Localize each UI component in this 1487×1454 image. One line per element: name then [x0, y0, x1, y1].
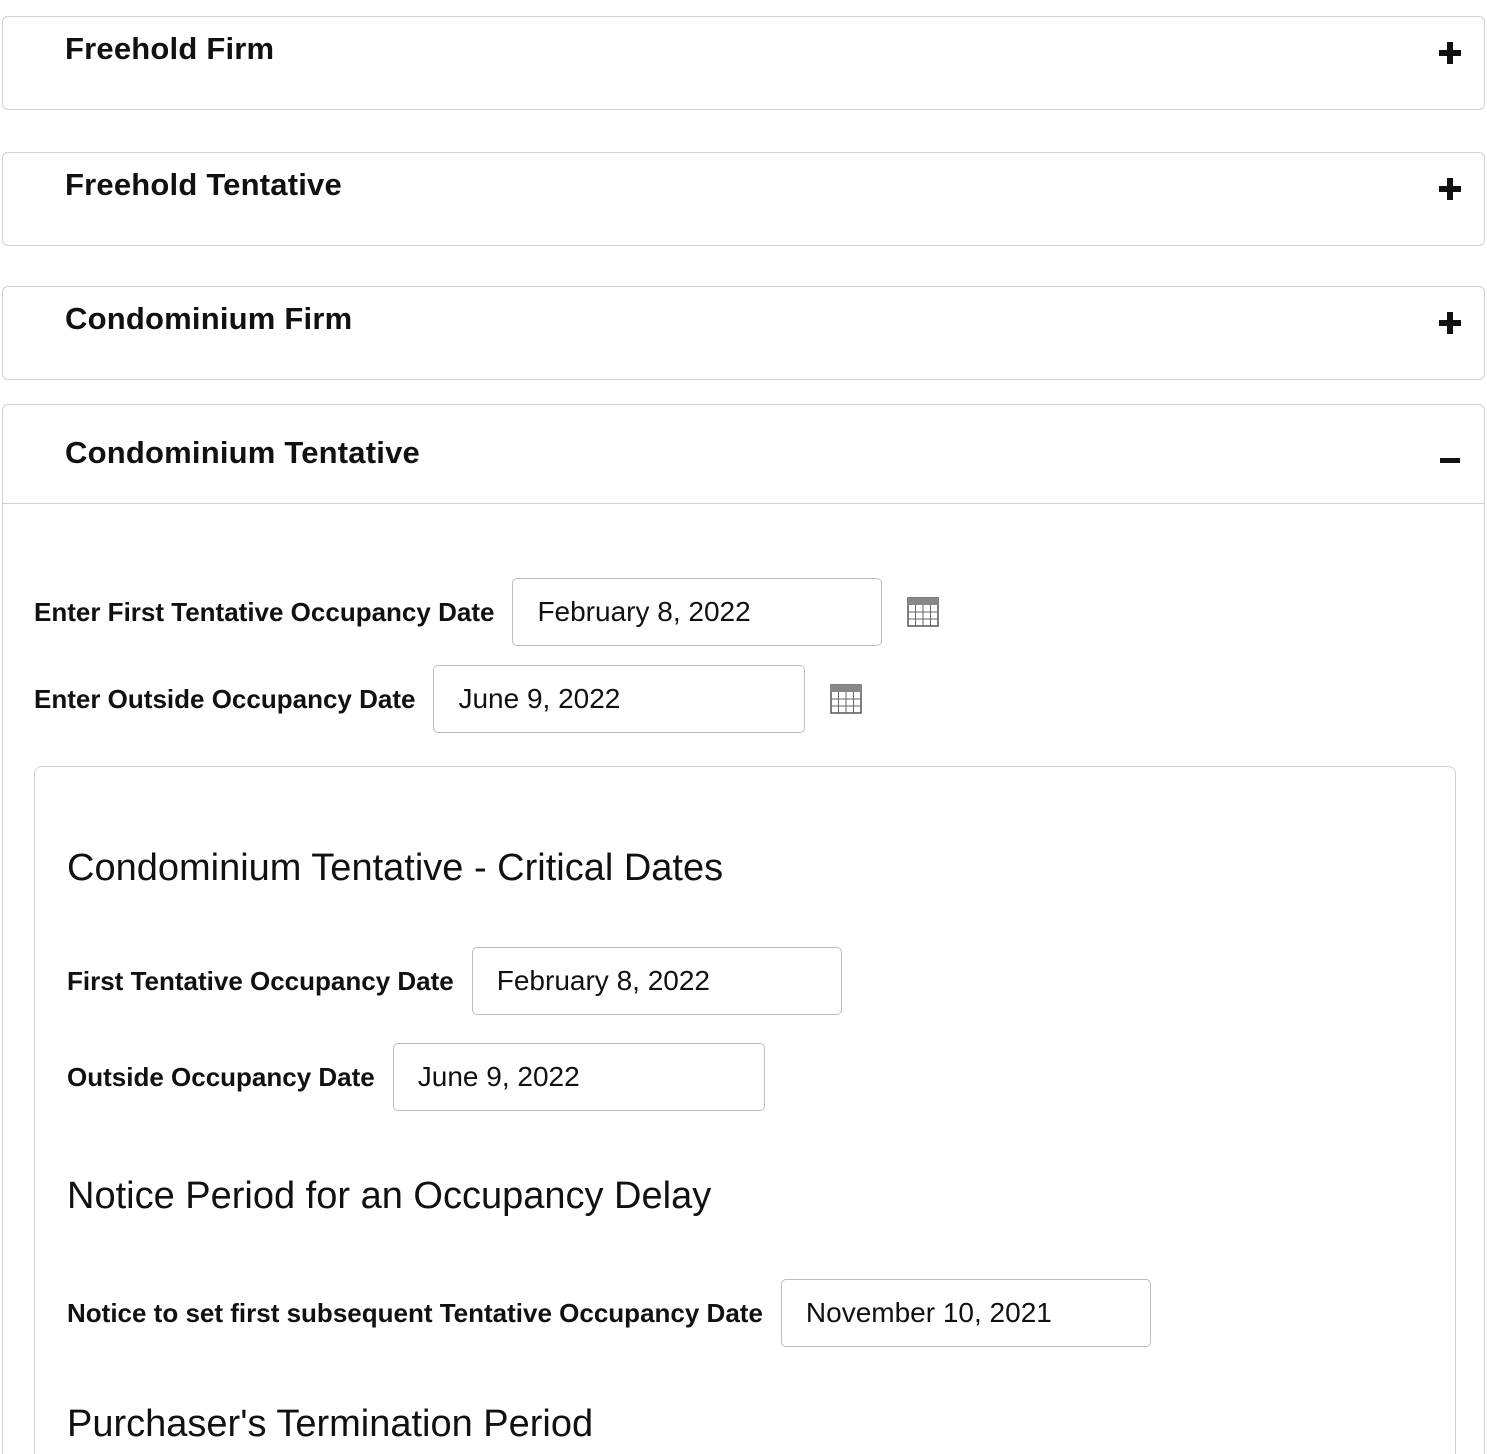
- accordion-divider: [3, 503, 1484, 504]
- critical-first-date-field[interactable]: [471, 947, 842, 1015]
- first-tentative-label: Enter First Tentative Occupancy Date: [34, 596, 495, 627]
- accordion-title: Condominium Firm: [65, 301, 353, 336]
- accordion-title[interactable]: Condominium Tentative: [65, 435, 420, 471]
- outside-row: Enter Outside Occupancy Date: [34, 665, 863, 733]
- critical-dates-title: Condominium Tentative - Critical Dates: [67, 847, 724, 889]
- outside-label: Enter Outside Occupancy Date: [34, 683, 416, 714]
- critical-outside-label: Outside Occupancy Date: [67, 1061, 375, 1092]
- critical-outside-date-field[interactable]: [392, 1043, 765, 1111]
- page: Freehold Firm Freehold Tentative Condomi…: [0, 0, 1487, 1454]
- plus-icon[interactable]: [1436, 175, 1464, 203]
- accordion-condominium-firm[interactable]: Condominium Firm: [2, 286, 1485, 380]
- notice-row: Notice to set first subsequent Tentative…: [67, 1279, 1151, 1347]
- notice-date-field[interactable]: [780, 1279, 1151, 1347]
- first-tentative-row: Enter First Tentative Occupancy Date: [34, 578, 940, 646]
- notice-period-title: Notice Period for an Occupancy Delay: [67, 1175, 712, 1217]
- notice-label: Notice to set first subsequent Tentative…: [67, 1297, 763, 1328]
- accordion-title: Freehold Firm: [65, 31, 275, 66]
- outside-date-input[interactable]: [433, 665, 806, 733]
- plus-icon[interactable]: [1436, 309, 1464, 337]
- accordion-freehold-tentative[interactable]: Freehold Tentative: [2, 152, 1485, 246]
- first-tentative-date-input[interactable]: [512, 578, 883, 646]
- critical-first-label: First Tentative Occupancy Date: [67, 965, 454, 996]
- calendar-icon[interactable]: [829, 682, 863, 716]
- termination-period-title: Purchaser's Termination Period: [67, 1403, 594, 1445]
- critical-dates-panel: Condominium Tentative - Critical Dates F…: [34, 766, 1456, 1454]
- calendar-icon[interactable]: [906, 595, 940, 629]
- critical-first-row: First Tentative Occupancy Date: [67, 947, 842, 1015]
- critical-outside-row: Outside Occupancy Date: [67, 1043, 765, 1111]
- accordion-title: Freehold Tentative: [65, 167, 342, 202]
- minus-icon[interactable]: [1436, 445, 1464, 473]
- accordion-freehold-firm[interactable]: Freehold Firm: [2, 16, 1485, 110]
- plus-icon[interactable]: [1436, 39, 1464, 67]
